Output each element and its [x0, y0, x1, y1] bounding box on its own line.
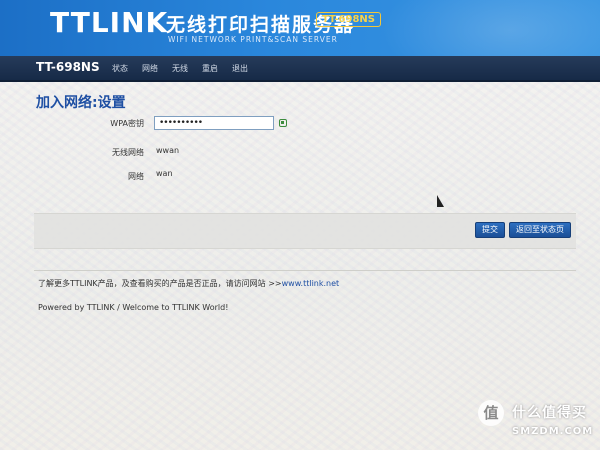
- submit-button[interactable]: 提交: [475, 222, 505, 238]
- nav-item-network[interactable]: 网络: [142, 63, 158, 74]
- wpa-key-label: WPA密钥: [110, 119, 144, 128]
- watermark-text-cn: 什么值得买: [512, 405, 587, 421]
- network-label: 网络: [128, 172, 144, 181]
- nav-item-status[interactable]: 状态: [112, 63, 128, 74]
- nav-item-wireless[interactable]: 无线: [172, 63, 188, 74]
- website-link[interactable]: www.ttlink.net: [282, 279, 340, 288]
- nav-item-reboot[interactable]: 重启: [202, 63, 218, 74]
- product-title-en: WIFI NETWORK PRINT&SCAN SERVER: [168, 35, 338, 44]
- nav-menu: 状态 网络 无线 重启 退出: [112, 63, 262, 74]
- header-banner: TTLINK 无线打印扫描服务器 WIFI NETWORK PRINT&SCAN…: [0, 0, 600, 56]
- footer-divider: [34, 270, 576, 271]
- top-nav: TT-698NS 状态 网络 无线 重启 退出: [0, 56, 600, 82]
- watermark: 值 什么值得买 SMZDM.COM: [478, 398, 598, 446]
- back-to-status-button[interactable]: 返回至状态页: [509, 222, 571, 238]
- nav-item-logout[interactable]: 退出: [232, 63, 248, 74]
- wpa-key-input[interactable]: ••••••••••: [154, 116, 274, 130]
- show-password-icon[interactable]: [279, 119, 287, 127]
- watermark-text-en: SMZDM.COM: [512, 426, 594, 437]
- brand-logo: TTLINK: [50, 6, 169, 39]
- model-badge: TT-698NS: [316, 12, 381, 27]
- ssid-value: wwan: [156, 146, 180, 155]
- ssid-label: 无线网络: [112, 148, 144, 157]
- watermark-logo: 值: [478, 400, 504, 426]
- powered-by-text: Powered by TTLINK / Welcome to TTLINK Wo…: [38, 303, 229, 312]
- network-value: wan: [156, 169, 173, 178]
- device-name: TT-698NS: [36, 60, 100, 74]
- footer-info: 了解更多TTLINK产品，及查看购买的产品是否正品，请访问网站 >>www.tt…: [38, 278, 339, 289]
- footer-info-text: 了解更多TTLINK产品，及查看购买的产品是否正品，请访问网站 >>: [38, 279, 282, 288]
- page-background: [0, 80, 600, 450]
- page-title: 加入网络:设置: [36, 95, 126, 111]
- mouse-cursor-icon: [437, 195, 444, 207]
